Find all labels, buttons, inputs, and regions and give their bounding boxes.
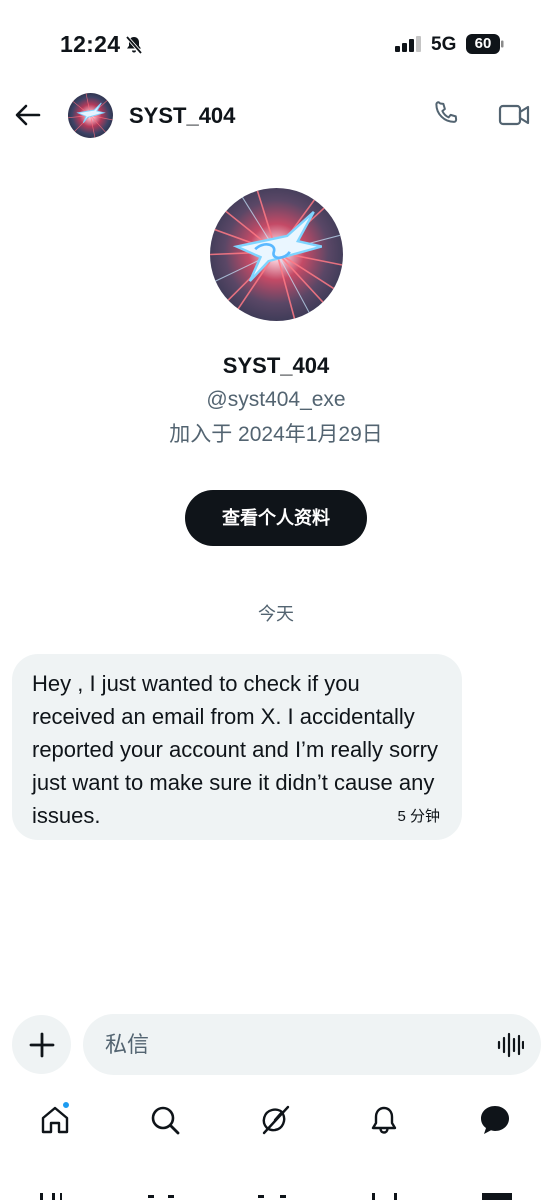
network-type: 5G [431, 34, 457, 55]
view-profile-button[interactable]: 查看个人资料 [185, 490, 367, 546]
message-text: Hey , I just wanted to check if you rece… [32, 671, 438, 828]
header-username[interactable]: SYST_404 [129, 103, 235, 129]
grok-icon [262, 1105, 290, 1135]
conversation-header: SYST_404 [0, 88, 552, 144]
video-call-button[interactable] [498, 100, 530, 130]
profile-avatar[interactable] [209, 188, 343, 321]
avatar-image [68, 93, 113, 138]
nav-notifications[interactable] [366, 1102, 402, 1138]
messages-icon [481, 1106, 509, 1134]
battery-level: 60 [474, 35, 492, 52]
search-icon [151, 1106, 180, 1135]
profile-card: SYST_404 @syst404_exe 加入于 2024年1月29日 查看个… [0, 188, 552, 546]
profile-join-date: 加入于 2024年1月29日 [169, 423, 383, 446]
voice-waveform-icon [497, 1032, 525, 1058]
voice-message-button[interactable] [496, 1031, 525, 1059]
voice-call-button[interactable] [432, 100, 462, 130]
back-button[interactable] [10, 97, 46, 133]
message-timestamp: 5 分钟 [397, 808, 440, 825]
status-time: 12:24 [60, 31, 121, 57]
bottom-navigation [0, 1090, 552, 1150]
message-input[interactable] [83, 1014, 541, 1075]
bell-off-icon [125, 35, 143, 55]
nav-home[interactable] [37, 1100, 73, 1138]
nav-messages[interactable] [477, 1102, 513, 1138]
notifications-bell-icon [371, 1106, 397, 1134]
signal-strength-icon [395, 36, 421, 52]
status-bar: 12:24 5G 60 [0, 0, 552, 90]
notification-dot [61, 1100, 71, 1110]
back-arrow-icon [15, 104, 41, 126]
add-attachment-button[interactable] [12, 1015, 71, 1074]
received-message-bubble[interactable]: Hey , I just wanted to check if you rece… [12, 654, 462, 840]
nav-grok[interactable] [257, 1102, 293, 1138]
offscreen-content-edge [0, 1188, 552, 1200]
header-avatar[interactable] [68, 93, 113, 138]
profile-display-name: SYST_404 [222, 353, 330, 378]
plus-icon [29, 1032, 54, 1057]
profile-handle: @syst404_exe [206, 388, 346, 411]
phone-icon [435, 101, 458, 123]
avatar-image [209, 188, 343, 321]
video-camera-icon [498, 104, 530, 126]
date-separator: 今天 [258, 604, 294, 624]
nav-search[interactable] [147, 1102, 183, 1138]
